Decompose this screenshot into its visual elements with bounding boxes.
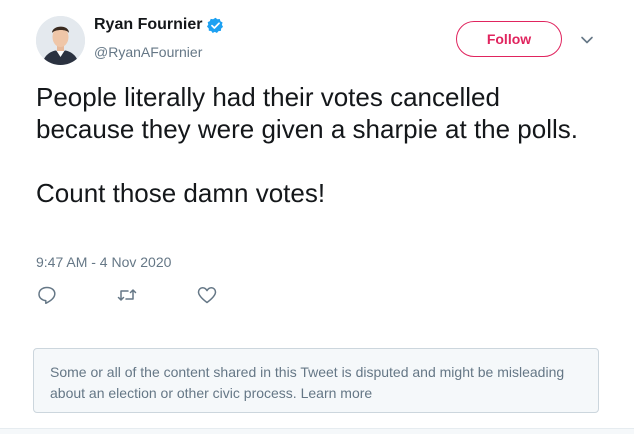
learn-more-link[interactable]: Learn more [301, 385, 373, 401]
reply-icon[interactable] [36, 285, 58, 305]
follow-button[interactable]: Follow [456, 21, 562, 57]
misleading-content-notice: Some or all of the content shared in thi… [33, 348, 599, 413]
divider [0, 428, 634, 434]
tweet-timestamp[interactable]: 9:47 AM - 4 Nov 2020 [36, 254, 171, 270]
tweet-text: People literally had their votes cancell… [36, 82, 579, 208]
chevron-down-icon[interactable] [580, 33, 594, 47]
author-handle[interactable]: @RyanAFournier [94, 44, 202, 60]
like-icon[interactable] [196, 285, 218, 305]
avatar-image [36, 16, 85, 65]
author-display-name[interactable]: Ryan Fournier [94, 16, 202, 34]
tweet-card: Ryan Fournier @RyanAFournier Follow Peop… [0, 0, 634, 434]
avatar[interactable] [36, 16, 85, 65]
author-name-row[interactable]: Ryan Fournier [94, 16, 224, 34]
verified-badge-icon [207, 17, 224, 34]
retweet-icon[interactable] [116, 285, 138, 305]
